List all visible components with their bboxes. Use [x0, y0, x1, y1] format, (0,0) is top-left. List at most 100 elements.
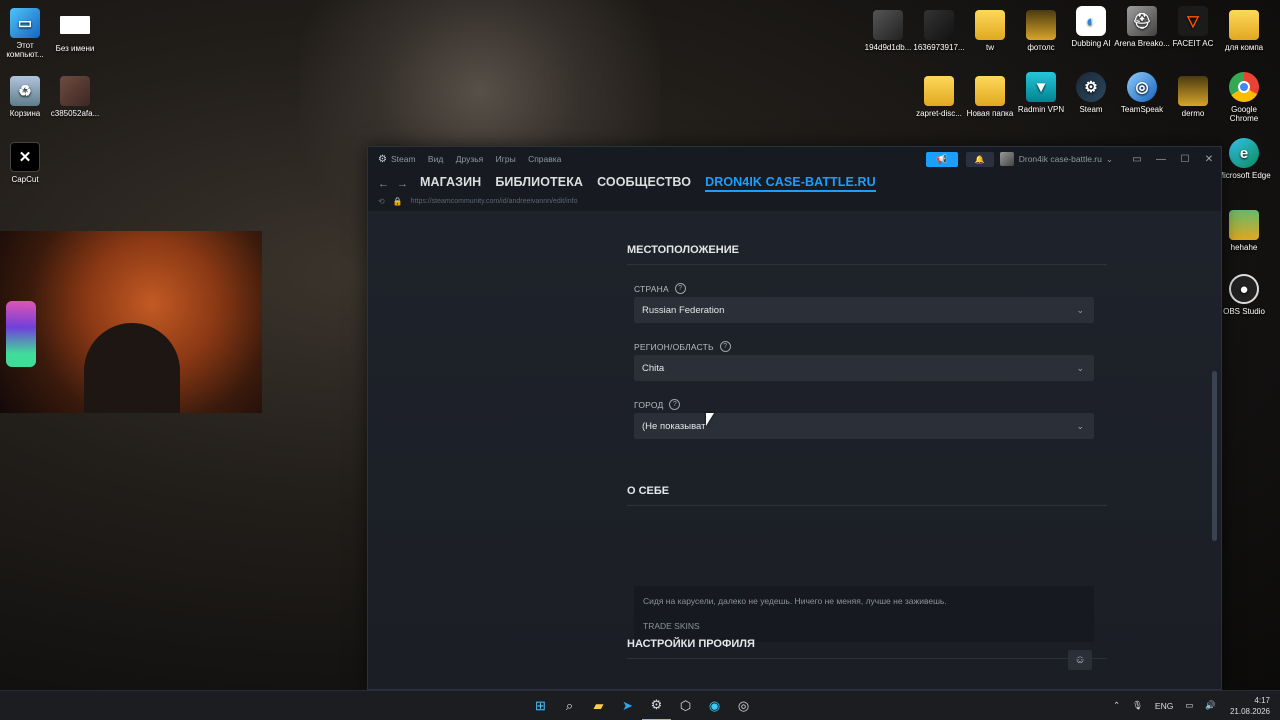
scrollbar[interactable] — [1212, 371, 1217, 541]
desktop-icon-steam[interactable]: ⚙ Steam — [1063, 72, 1119, 114]
announcements-button[interactable]: 📢 — [925, 151, 958, 167]
desktop-icon-chrome[interactable]: Google Chrome — [1216, 72, 1272, 123]
tab-profile[interactable]: DRON4IK CASE-BATTLE.RU — [705, 175, 876, 192]
telegram-button[interactable]: ➤ — [613, 691, 642, 720]
menu-steam[interactable]: Steam — [391, 154, 416, 164]
desktop-icon-untitled[interactable]: Без имени — [47, 8, 103, 53]
desktop-icon-teamspeak[interactable]: ◎ TeamSpeak — [1114, 72, 1170, 114]
help-icon[interactable]: ? — [719, 341, 731, 352]
teamspeak-icon: ◎ — [1127, 72, 1157, 102]
taskbar-apps: ⊞ ⌕ ▰ ➤ ⚙ ⬡ ◉ ◎ — [526, 691, 758, 720]
radmin-vpn-icon: ▼ — [1026, 72, 1056, 102]
search-button[interactable]: ⌕ — [555, 691, 584, 720]
folder-icon — [975, 10, 1005, 40]
about-heading: О СЕБЕ — [627, 485, 1107, 506]
folder-icon — [924, 76, 954, 106]
clock[interactable]: 4:17 21.08.2026 — [1230, 695, 1270, 717]
country-label: СТРАНА ? — [634, 283, 686, 294]
desktop-icon-dubbing-ai[interactable]: ◐ Dubbing AI — [1063, 6, 1119, 48]
microphone-icon[interactable]: 🎙 — [1132, 700, 1143, 711]
edge-taskbar-button[interactable]: ◉ — [700, 691, 729, 720]
country-select[interactable]: Russian Federation ⌄ — [634, 297, 1094, 323]
close-button[interactable]: ✕ — [1197, 154, 1221, 165]
desktop-icon-arena-breakout[interactable]: ⛑ Arena Breako... — [1114, 6, 1170, 48]
desktop-icon-dlya-kompa[interactable]: для компа — [1216, 10, 1272, 52]
help-icon[interactable]: ? — [674, 283, 686, 294]
clock-time: 4:17 — [1254, 695, 1270, 705]
url-text[interactable]: https://steamcommunity.com/id/andreeivan… — [411, 198, 578, 205]
tab-community[interactable]: СООБЩЕСТВО — [597, 175, 691, 192]
menu-help[interactable]: Справка — [528, 154, 561, 164]
help-icon[interactable]: ? — [669, 399, 681, 410]
forward-arrow-icon[interactable]: → — [397, 178, 408, 190]
desktop-icon-dermo[interactable]: dermo — [1165, 76, 1221, 118]
region-select[interactable]: Chita ⌄ — [634, 355, 1094, 381]
location-heading: МЕСТОПОЛОЖЕНИЕ — [627, 244, 1107, 265]
volume-icon[interactable]: 🔊 — [1205, 700, 1216, 711]
desktop-icon-faceit[interactable]: ▽ FACEIT AC — [1165, 6, 1221, 48]
maximize-icon: ☐ — [1180, 153, 1190, 165]
obs-taskbar-button[interactable]: ◎ — [729, 691, 758, 720]
user-menu[interactable]: Dron4ik case-battle.ru ⌄ — [999, 152, 1113, 166]
explorer-button[interactable]: ▰ — [584, 691, 613, 720]
steam-navbar: ← → МАГАЗИН БИБЛИОТЕКА СООБЩЕСТВО DRON4IK… — [368, 171, 1221, 211]
about-textarea[interactable]: Сидя на карусели, далеко не уедешь. Ниче… — [634, 586, 1094, 642]
desktop-icon-obs[interactable]: ● OBS Studio — [1216, 274, 1272, 316]
recycle-bin-icon: ♻ — [10, 76, 40, 106]
desktop-icon-image-1[interactable]: 194d9d1db... — [860, 10, 916, 52]
refresh-icon[interactable]: ⟲ — [378, 197, 385, 206]
steam-taskbar-button[interactable]: ⚙ — [642, 691, 671, 720]
start-button[interactable]: ⊞ — [526, 691, 555, 720]
image-file-icon — [60, 76, 90, 106]
obs-icon: ● — [1229, 274, 1259, 304]
desktop-icon-this-pc[interactable]: ▭ Этот компьют... — [0, 8, 53, 59]
region-label-text: РЕГИОН/ОБЛАСТЬ — [634, 341, 714, 352]
desktop-icon-radmin-vpn[interactable]: ▼ Radmin VPN — [1013, 72, 1069, 114]
desktop-icon-fotols[interactable]: фотолс — [1013, 10, 1069, 52]
nav-arrows: ← → — [378, 178, 416, 190]
chrome-icon — [1229, 72, 1259, 102]
city-select[interactable]: (Не показыват ⌄ — [634, 413, 1094, 439]
minimize-button[interactable]: — — [1149, 154, 1173, 165]
menu-friends[interactable]: Друзья — [456, 154, 484, 164]
edge-icon: ◉ — [708, 697, 721, 713]
notifications-button[interactable]: 🔔 — [965, 151, 994, 167]
menu-view[interactable]: Вид — [428, 154, 443, 164]
hexagon-icon: ⬡ — [679, 697, 692, 713]
steam-window: ⚙ Steam Вид Друзья Игры Справка 📢 🔔 Dron… — [367, 146, 1222, 690]
language-indicator[interactable]: ENG — [1155, 701, 1173, 711]
desktop-icon-image-2[interactable]: 1636973917... — [911, 10, 967, 52]
network-icon[interactable]: ▭ — [1185, 700, 1193, 711]
desktop-icon-zapret[interactable]: zapret-disc... — [911, 76, 967, 118]
profile-settings-heading: НАСТРОЙКИ ПРОФИЛЯ — [627, 638, 1107, 659]
dubbing-ai-icon: ◐ — [1076, 6, 1106, 36]
maximize-button[interactable]: ☐ — [1173, 154, 1197, 165]
monitor-icon: ▭ — [1132, 153, 1142, 165]
desktop-icon-edge[interactable]: e Microsoft Edge — [1216, 138, 1272, 180]
faceit-icon: ▽ — [1178, 6, 1208, 36]
menu-games[interactable]: Игры — [496, 154, 516, 164]
desktop-icon-capcut[interactable]: ✕ CapCut — [0, 142, 53, 184]
capcut-icon: ✕ — [10, 142, 40, 172]
minimize-icon: — — [1156, 153, 1166, 165]
desktop-icon-recycle-bin[interactable]: ♻ Корзина — [0, 76, 53, 118]
desktop-icon-tw[interactable]: tw — [962, 10, 1018, 52]
bell-icon: 🔔 — [974, 154, 985, 164]
big-picture-button[interactable]: ▭ — [1125, 154, 1149, 165]
desktop-icon-new-folder[interactable]: Новая папка — [962, 76, 1018, 118]
steam-icon: ⚙ — [1076, 72, 1106, 102]
tab-store[interactable]: МАГАЗИН — [420, 175, 481, 192]
back-arrow-icon[interactable]: ← — [378, 178, 389, 190]
desktop-icon-image-file[interactable]: c385052afa... — [47, 76, 103, 118]
folder-icon — [1229, 210, 1259, 240]
tab-library[interactable]: БИБЛИОТЕКА — [495, 175, 583, 192]
chevron-up-icon[interactable]: ⌃ — [1113, 700, 1120, 711]
mouse-cursor — [706, 413, 714, 426]
edge-icon: e — [1229, 138, 1259, 168]
app-taskbar-button[interactable]: ⬡ — [671, 691, 700, 720]
folder-icon: ▰ — [593, 697, 604, 713]
webcam-overlay — [0, 231, 262, 413]
titlebar-controls: 📢 🔔 Dron4ik case-battle.ru ⌄ ▭ — ☐ ✕ — [925, 147, 1221, 171]
desktop-icon-hehahe[interactable]: hehahe — [1216, 210, 1272, 252]
about-line-1: Сидя на карусели, далеко не уедешь. Ниче… — [643, 596, 947, 606]
